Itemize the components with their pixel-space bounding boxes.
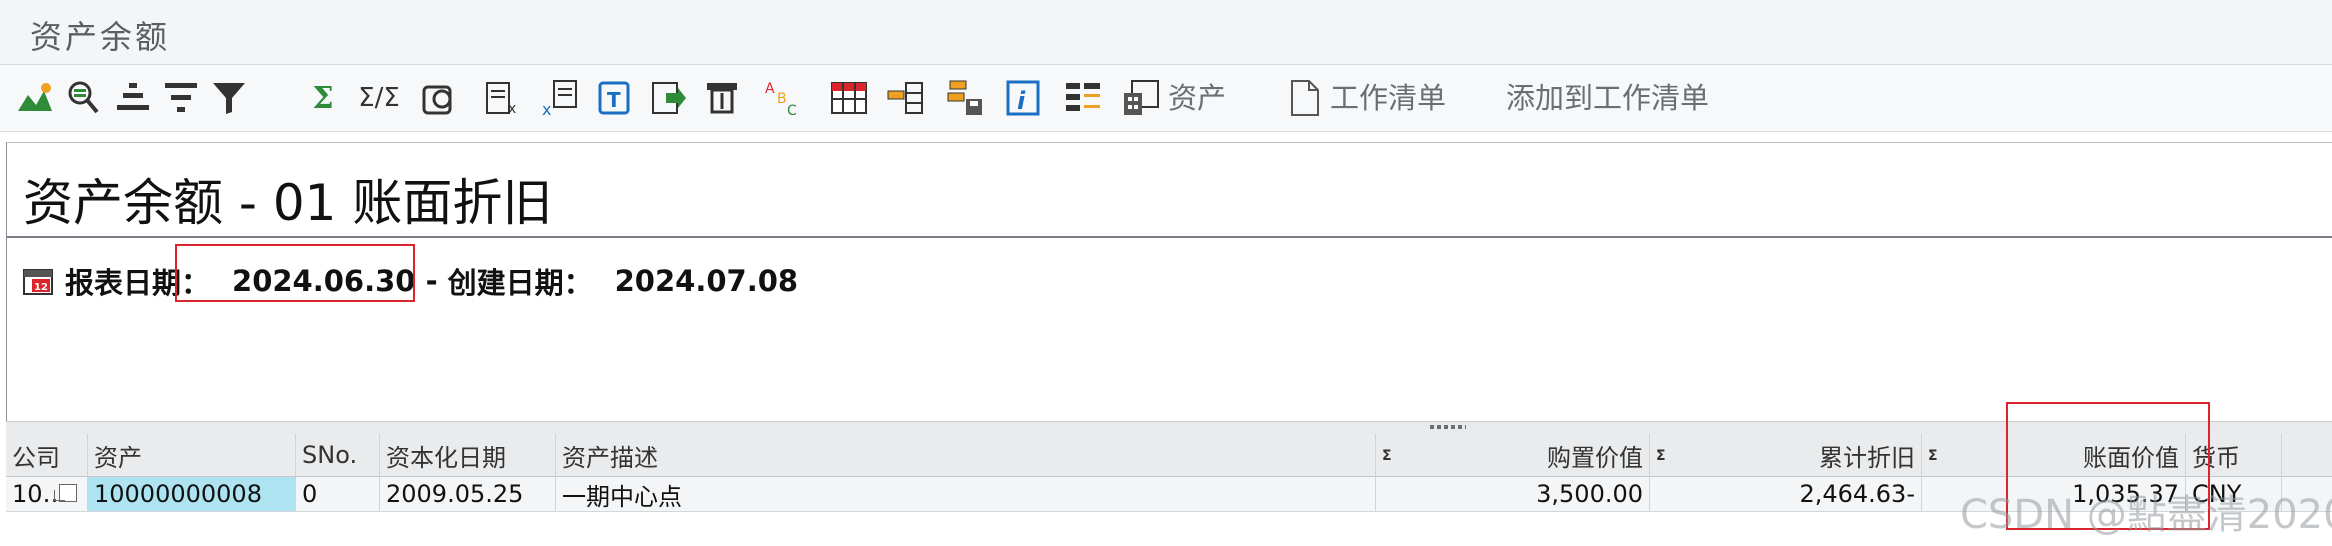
add-to-worklist-button[interactable]: 添加到工作清单 <box>1506 77 1709 119</box>
asset-button[interactable]: 资产 <box>1168 77 1226 119</box>
select-layout-icon[interactable] <box>884 77 926 119</box>
svg-text:x: x <box>508 101 516 117</box>
window-title: 资产余额 <box>30 18 171 56</box>
cell-asset[interactable]: 10000000008 <box>88 477 296 511</box>
export-local-file-icon[interactable]: x <box>540 77 582 119</box>
svg-text:i: i <box>1017 87 1026 115</box>
print-preview-icon[interactable] <box>418 77 460 119</box>
svg-text:12: 12 <box>34 282 48 293</box>
sum-marker-icon: Σ <box>1928 448 1938 464</box>
column-header-asset[interactable]: 资产 <box>88 434 296 476</box>
table-header-row: 公司 资产 SNo. 资本化日期 资产描述 Σ 购置价值 Σ 累计折旧 Σ 账面… <box>6 434 2332 477</box>
svg-text:B: B <box>777 91 787 107</box>
cell-sno[interactable]: 0 <box>296 477 380 511</box>
cell-cap-date[interactable]: 2009.05.25 <box>380 477 556 511</box>
pane-splitter[interactable] <box>6 421 2332 435</box>
export-excel-icon[interactable]: x <box>482 77 524 119</box>
report-meta: 12 报表日期： 2024.06.30 - 创建日期： 2024.07.08 <box>23 261 808 301</box>
grid-icon[interactable] <box>828 77 870 119</box>
center-align-icon[interactable] <box>112 77 154 119</box>
cell-acquisition-value[interactable]: 3,500.00 <box>1376 477 1650 511</box>
sum-marker-icon: Σ <box>1382 448 1392 464</box>
toolbar: Σ Σ/Σ x x T ABC i 资产 工作清单 添加到工作清单 <box>0 65 2332 132</box>
window-title-bar: 资产余额 <box>0 0 2332 65</box>
sum-marker-icon: Σ <box>1656 448 1666 464</box>
filter-icon[interactable] <box>208 77 250 119</box>
created-date-value: 2024.07.08 <box>614 264 799 298</box>
copy-icon[interactable] <box>54 484 77 502</box>
worklist-button[interactable]: 工作清单 <box>1330 77 1446 119</box>
svg-text:A: A <box>765 81 775 97</box>
svg-text:T: T <box>607 88 621 112</box>
report-title: 资产余额 - 01 账面折旧 <box>23 174 553 232</box>
word-processing-icon[interactable]: T <box>594 77 636 119</box>
column-header-company[interactable]: 公司 <box>6 434 88 476</box>
column-header-acquisition-value[interactable]: Σ 购置价值 <box>1376 434 1650 476</box>
svg-text:C: C <box>787 103 797 117</box>
splitter-grip[interactable] <box>1430 425 1466 429</box>
sum-icon[interactable]: Σ <box>302 77 344 119</box>
watermark: CSDN @點盡清2020 <box>1960 492 2332 538</box>
created-date-label: 创建日期： <box>447 266 593 300</box>
save-layout-icon[interactable] <box>944 77 986 119</box>
list-icon[interactable] <box>1062 77 1104 119</box>
title-divider <box>7 236 2332 238</box>
detail-icon[interactable] <box>62 77 104 119</box>
subtotal-icon[interactable]: Σ/Σ <box>358 77 400 119</box>
layout-icon[interactable] <box>702 77 744 119</box>
cell-company[interactable]: 10… <box>6 477 88 511</box>
sort-icon[interactable] <box>160 77 202 119</box>
calendar-icon: 12 <box>23 269 53 295</box>
abc-analysis-icon[interactable]: ABC <box>762 77 804 119</box>
report-date-highlight <box>175 244 415 302</box>
document-icon[interactable] <box>1284 77 1326 119</box>
info-icon[interactable]: i <box>1002 77 1044 119</box>
column-header-description[interactable]: 资产描述 <box>556 434 1376 476</box>
chart-icon[interactable] <box>14 77 56 119</box>
column-header-sno[interactable]: SNo. <box>296 434 380 476</box>
send-icon[interactable] <box>648 77 690 119</box>
cell-description[interactable]: 一期中心点 <box>556 477 1376 511</box>
asset-icon[interactable] <box>1120 77 1162 119</box>
svg-text:x: x <box>542 100 551 117</box>
column-header-accumulated-depreciation[interactable]: Σ 累计折旧 <box>1650 434 1922 476</box>
column-header-cap-date[interactable]: 资本化日期 <box>380 434 556 476</box>
cell-accumulated-depreciation[interactable]: 2,464.63- <box>1650 477 1922 511</box>
